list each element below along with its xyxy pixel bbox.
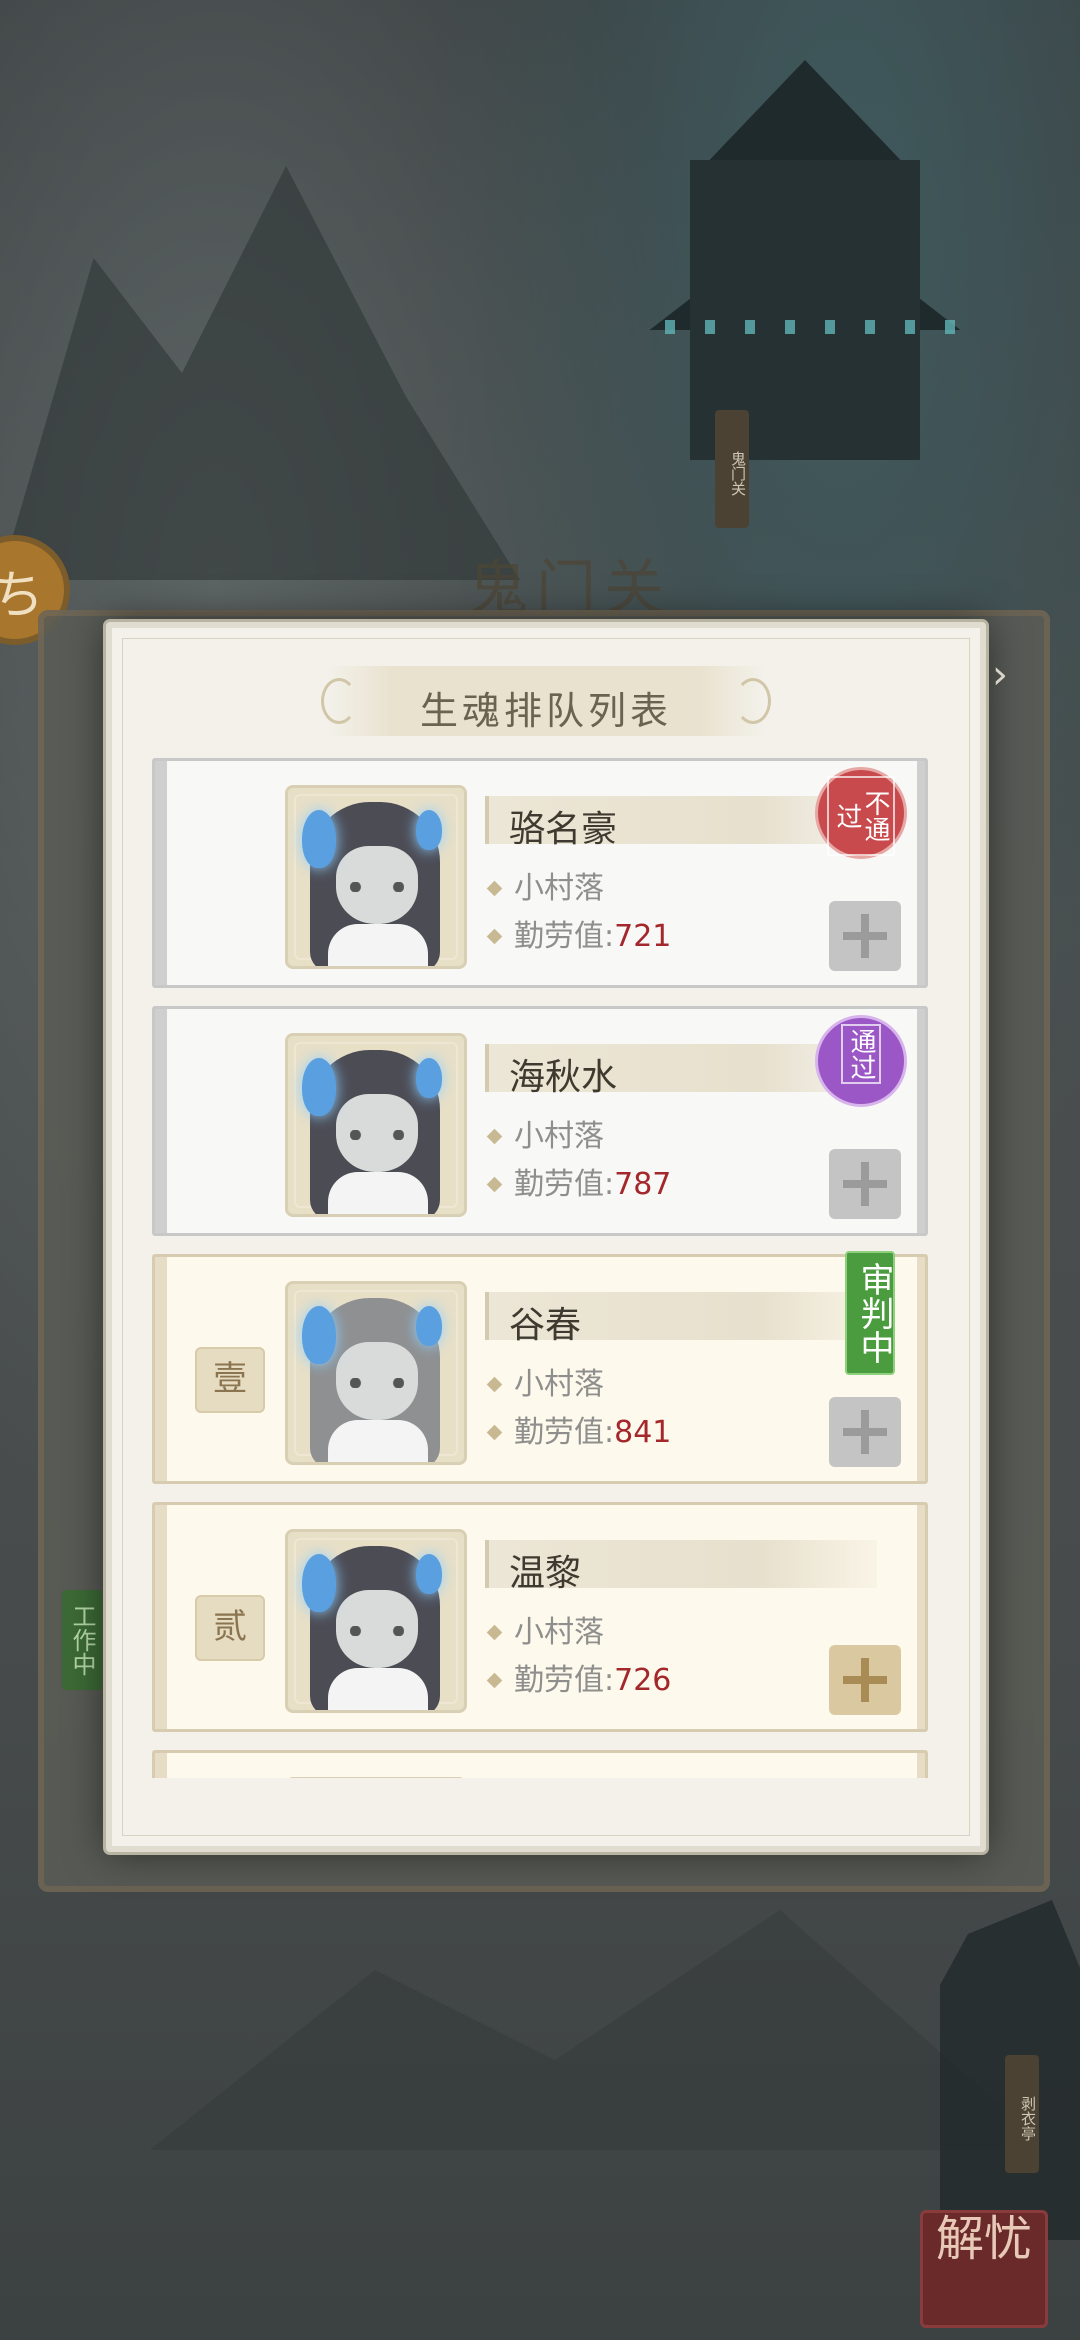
name-bar: 温黎 [485, 1540, 877, 1594]
soul-location: 小村落 [485, 1359, 604, 1403]
banner-curl-left-icon [321, 678, 357, 724]
soul-flame-icon [302, 1058, 336, 1116]
diligence-value: 勤劳值:726 [485, 1655, 671, 1699]
soul-location: 小村落 [485, 863, 604, 907]
queue-entry[interactable]: 壹 谷春 小村落 勤劳值:841 审判中 [152, 1251, 928, 1484]
card-right-bar [917, 1505, 925, 1729]
jieyou-button[interactable]: 解忧 [920, 2210, 1048, 2328]
diamond-bullet-icon [486, 1176, 503, 1193]
diamond-bullet-icon [486, 1376, 503, 1393]
soul-avatar [285, 1529, 467, 1713]
queue-entry[interactable] [152, 1750, 928, 1778]
scene-tag-ghost-gate: 鬼门关 [715, 410, 749, 528]
backdrop-title: 鬼门关 [468, 554, 672, 624]
name-bar: 谷春 [485, 1292, 877, 1346]
add-button[interactable] [829, 1397, 901, 1467]
soul-queue-list[interactable]: 骆名豪 小村落 勤劳值:721 不通过 海秋水 小村落 勤劳值:787 通过 壹… [152, 758, 928, 1778]
soul-flame-icon [302, 1306, 336, 1364]
diamond-bullet-icon [486, 1672, 503, 1689]
card-left-bar [155, 1753, 167, 1778]
diamond-bullet-icon [486, 1624, 503, 1641]
ghost-gate-pagoda [570, 60, 1040, 540]
queue-entry[interactable]: 骆名豪 小村落 勤劳值:721 不通过 [152, 758, 928, 988]
work-status-badge: 工作中 [62, 1590, 102, 1690]
diligence-value: 勤劳值:721 [485, 911, 671, 955]
close-arrow-icon[interactable]: › [992, 652, 1042, 702]
card-right-bar [917, 761, 925, 985]
status-stamp-pass: 通过 [815, 1015, 907, 1107]
card-right-bar [917, 1753, 925, 1778]
add-button[interactable] [829, 1149, 901, 1219]
soul-flame-icon [302, 1554, 336, 1612]
diamond-bullet-icon [486, 928, 503, 945]
status-stamp-fail: 不通过 [815, 767, 907, 859]
scene-tag-pavilion: 剥衣亭 [1005, 2055, 1039, 2173]
add-button[interactable] [829, 1645, 901, 1715]
diligence-value: 勤劳值:841 [485, 1407, 671, 1451]
card-right-bar [917, 1257, 925, 1481]
status-badge-judging: 审判中 [845, 1251, 895, 1375]
rank-badge: 壹 [195, 1347, 265, 1413]
soul-avatar [285, 785, 467, 969]
soul-name: 温黎 [509, 1553, 582, 1594]
queue-entry[interactable]: 海秋水 小村落 勤劳值:787 通过 [152, 1006, 928, 1236]
rank-badge: 贰 [195, 1595, 265, 1661]
diligence-value: 勤劳值:787 [485, 1159, 671, 1203]
soul-flame-icon [302, 810, 336, 868]
soul-avatar [285, 1777, 467, 1778]
queue-entry[interactable]: 贰 温黎 小村落 勤劳值:726 [152, 1502, 928, 1732]
card-left-bar [155, 1009, 167, 1233]
soul-location: 小村落 [485, 1111, 604, 1155]
soul-name: 海秋水 [509, 1057, 618, 1098]
modal-title-banner: 生魂排队列表 [321, 666, 771, 736]
soul-avatar [285, 1033, 467, 1217]
diamond-bullet-icon [486, 1128, 503, 1145]
diamond-bullet-icon [486, 1424, 503, 1441]
card-left-bar [155, 761, 167, 985]
banner-curl-right-icon [735, 678, 771, 724]
diamond-bullet-icon [486, 880, 503, 897]
soul-name: 骆名豪 [509, 809, 618, 850]
soul-location: 小村落 [485, 1607, 604, 1651]
soul-name: 谷春 [509, 1305, 582, 1346]
card-left-bar [155, 1505, 167, 1729]
card-left-bar [155, 1257, 167, 1481]
card-right-bar [917, 1009, 925, 1233]
soul-avatar [285, 1281, 467, 1465]
add-button[interactable] [829, 901, 901, 971]
modal-title: 生魂排队列表 [419, 689, 672, 733]
soul-queue-modal: › 生魂排队列表 骆名豪 小村落 勤劳值:721 不通过 海秋水 小村落 勤劳值… [106, 622, 1008, 1852]
